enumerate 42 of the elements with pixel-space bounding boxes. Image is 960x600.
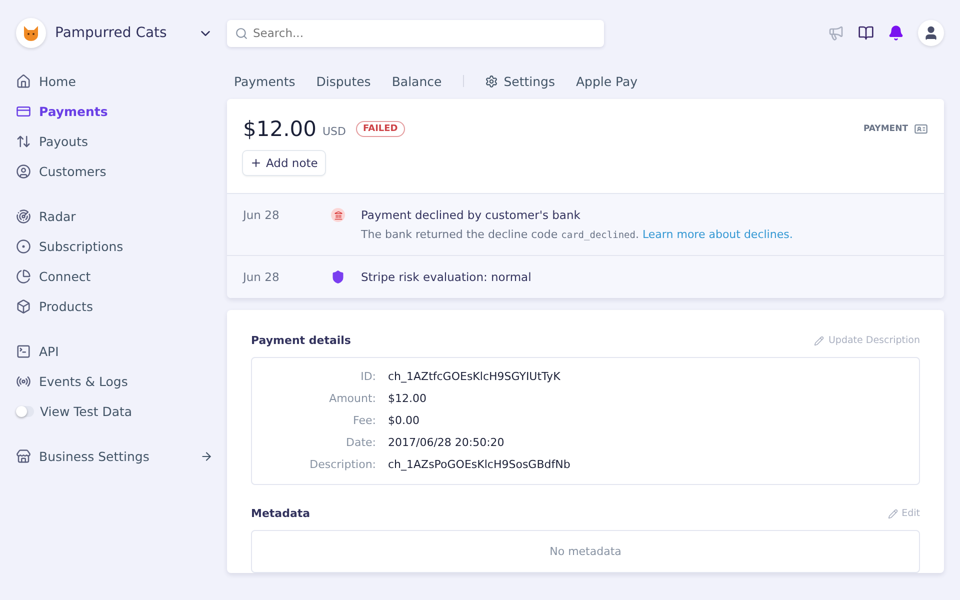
section-title: Payment details — [251, 334, 351, 347]
sidebar-item[interactable]: Radar — [16, 201, 213, 231]
sidebar-item[interactable]: API — [16, 336, 213, 366]
field-value: ch_1AZsPoGOEsKlcH9SosGBdfNb — [388, 458, 572, 471]
section-title: Metadata — [251, 507, 310, 520]
event-title: Stripe risk evaluation: normal — [361, 270, 532, 284]
field-value: ch_1AZtfcGOEsKlcH9SGYIUtTyK — [388, 370, 562, 383]
event-date: Jun 28 — [243, 270, 280, 284]
sidebar-item[interactable]: Events & Logs — [16, 366, 213, 396]
account-name: Pampurred Cats — [55, 25, 168, 41]
sidebar-item[interactable]: Connect — [16, 261, 213, 291]
field-value: 2017/06/28 20:50:20 — [388, 436, 506, 449]
search-field[interactable]: Search... — [227, 20, 604, 46]
event-date: Jun 28 — [243, 208, 280, 224]
event-title: Payment declined by customer's bank — [361, 208, 582, 222]
field-label: Fee: — [352, 414, 376, 427]
event-detail: The bank returned the decline code card_declined. Learn more about declines. — [361, 228, 793, 241]
test-data-toggle[interactable]: View Test Data — [16, 396, 213, 426]
field-label: Description: — [308, 458, 376, 471]
field-label: Date: — [345, 436, 376, 449]
sidebar-item[interactable]: Home — [16, 66, 213, 96]
add-note-button[interactable]: Add note — [243, 151, 325, 175]
empty-text: No metadata — [550, 545, 622, 558]
field-label: Amount: — [328, 392, 376, 405]
tab[interactable]: Payments — [234, 74, 296, 88]
field-value: $0.00 — [388, 414, 420, 427]
sidebar-item[interactable]: Payouts — [16, 126, 213, 156]
tab[interactable]: Apple Pay — [576, 74, 638, 88]
sidebar-item[interactable]: Products — [16, 291, 213, 321]
sidebar-item[interactable]: Payments — [16, 96, 213, 126]
field-label: ID: — [360, 370, 376, 383]
payment-type-label: PAYMENT — [863, 124, 908, 134]
field-value: $12.00 — [388, 392, 428, 405]
sidebar-item[interactable]: Business Settings — [16, 441, 213, 471]
sidebar-item[interactable]: Subscriptions — [16, 231, 213, 261]
sidebar-item[interactable]: Customers — [16, 156, 213, 186]
tab[interactable]: Balance — [392, 74, 442, 88]
currency: USD — [322, 125, 346, 138]
tab[interactable]: Settings — [484, 74, 555, 88]
tab[interactable]: Disputes — [316, 74, 371, 88]
payment-amount: $12.00 — [243, 117, 316, 141]
status-badge: FAILED — [356, 121, 405, 137]
